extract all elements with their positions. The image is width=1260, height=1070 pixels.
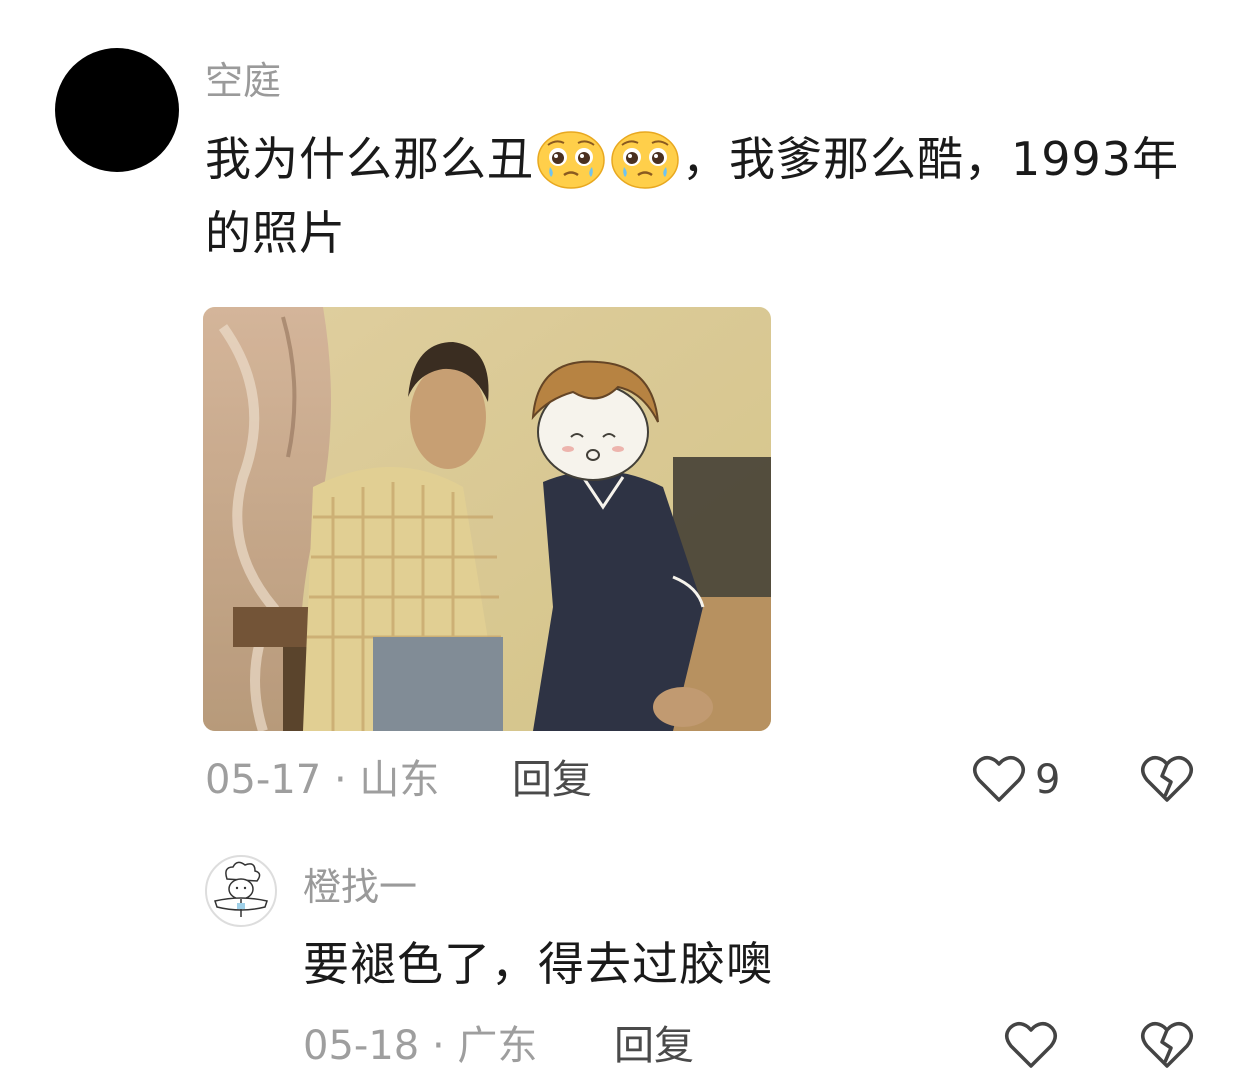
reply-text: 要褪色了，得去过胶噢: [303, 937, 773, 991]
chef-doodle-avatar-icon: [214, 861, 268, 917]
pleading-face-emoji-icon: [537, 131, 605, 189]
comment-date-location: 05-17 · 山东: [205, 757, 440, 803]
reply-date-location: 05-18 · 广东: [303, 1023, 538, 1069]
comment-username[interactable]: 空庭: [205, 58, 281, 104]
broken-heart-icon[interactable]: [1140, 1018, 1194, 1070]
like-heart-icon[interactable]: [972, 752, 1026, 804]
like-count: 9: [1035, 757, 1061, 803]
comment-text: 我为什么那么丑 ，我爹那么酷，1993年的照片: [205, 122, 1195, 270]
broken-heart-icon[interactable]: [1140, 752, 1194, 804]
photo-image: [203, 307, 771, 731]
avatar[interactable]: [55, 48, 179, 172]
reply-username[interactable]: 橙找一: [303, 864, 417, 910]
reply-button[interactable]: 回复: [512, 756, 592, 804]
comment-photo[interactable]: [203, 307, 771, 731]
pleading-face-emoji-icon: [611, 131, 679, 189]
avatar[interactable]: [205, 855, 277, 927]
like-heart-icon[interactable]: [1004, 1018, 1058, 1070]
reply-button[interactable]: 回复: [614, 1022, 694, 1070]
comment-text-part1: 我为什么那么丑: [205, 132, 534, 186]
